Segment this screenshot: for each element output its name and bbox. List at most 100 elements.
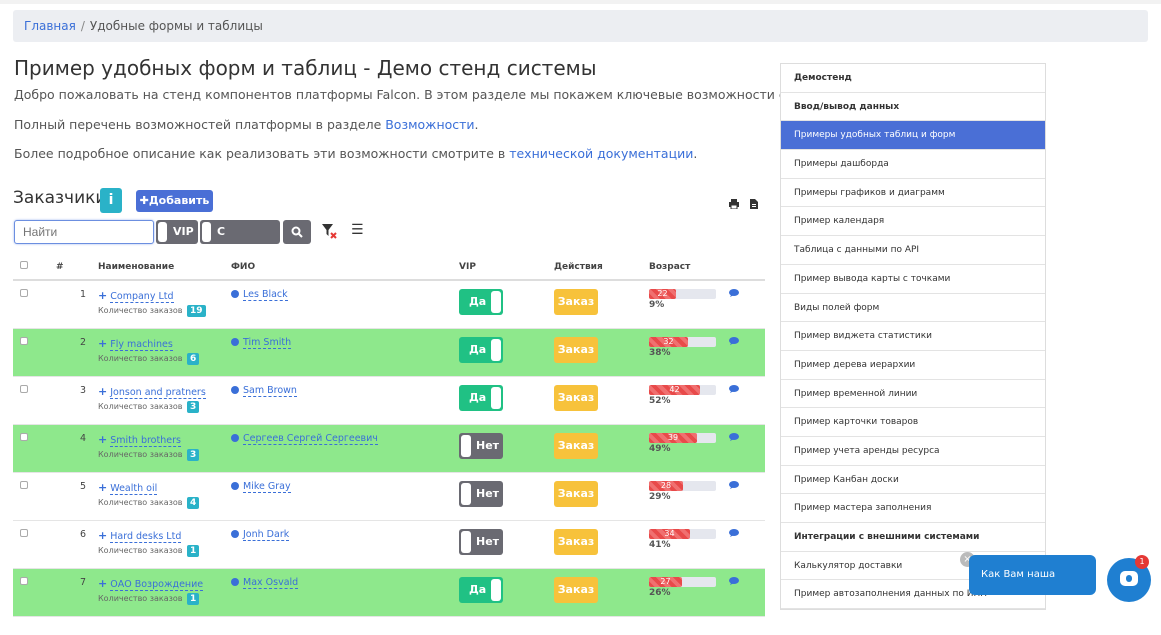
name-cell: + Company Ltd Количество заказов 19	[98, 280, 231, 329]
row-checkbox[interactable]	[20, 480, 28, 489]
orders-filter-toggle[interactable]: С заказами	[200, 220, 280, 262]
table-row[interactable]: 2 + Fly machines Количество заказов 6 Tim S…	[13, 328, 765, 377]
expand-plus-icon[interactable]: +	[98, 289, 107, 302]
person-link[interactable]: Les Black	[243, 289, 288, 301]
company-link[interactable]: Company Ltd	[110, 291, 174, 303]
table-row[interactable]: 7 + ОАО Возрождение Количество заказов 1 Ma…	[13, 568, 765, 617]
print-icon[interactable]	[729, 199, 739, 210]
table-row[interactable]: 4 + Smith brothers Количество заказов 3 Сер…	[13, 424, 765, 473]
expand-plus-icon[interactable]: +	[98, 385, 107, 398]
fio-cell: Max Osvald	[231, 568, 459, 617]
age-percent: 49%	[649, 443, 671, 454]
order-button[interactable]: Заказ	[554, 336, 598, 363]
expand-plus-icon[interactable]: +	[98, 337, 107, 350]
row-checkbox[interactable]	[20, 528, 28, 537]
sidebar-item[interactable]: Пример мастера заполнения	[781, 494, 1045, 523]
comment-icon[interactable]	[729, 528, 739, 540]
col-fio[interactable]: ФИО	[231, 254, 459, 281]
search-input[interactable]	[14, 220, 154, 244]
docs-link[interactable]: технической документации	[509, 146, 693, 161]
expand-plus-icon[interactable]: +	[98, 433, 107, 446]
person-link[interactable]: Sam Brown	[243, 384, 297, 397]
vip-toggle[interactable]: Да	[459, 289, 503, 315]
person-link[interactable]: Jonh Dark	[243, 528, 290, 541]
person-link[interactable]: Max Osvald	[243, 576, 299, 589]
comment-icon[interactable]	[729, 336, 739, 348]
top-strip	[0, 0, 1161, 4]
comment-icon[interactable]	[729, 576, 739, 588]
sidebar-item[interactable]: Примеры графиков и диаграмм	[781, 178, 1045, 208]
select-all-cell	[13, 254, 49, 281]
sidebar-item[interactable]: Примеры дашборда	[781, 150, 1045, 179]
col-age[interactable]: Возраст	[649, 254, 729, 281]
order-button[interactable]: Заказ	[554, 289, 598, 315]
sidebar-item[interactable]: Пример Канбан доски	[781, 465, 1045, 495]
search-button[interactable]	[283, 220, 311, 244]
company-link[interactable]: Jonson and pratners	[110, 386, 206, 399]
sidebar-item[interactable]: Пример карточки товаров	[781, 408, 1045, 437]
order-button[interactable]: Заказ	[554, 576, 598, 603]
expand-plus-icon[interactable]: +	[98, 529, 107, 542]
vip-cell: Нет	[459, 472, 554, 521]
age-value: 32	[663, 336, 674, 346]
vip-filter-toggle[interactable]: VIP	[156, 220, 198, 244]
features-link[interactable]: Возможности	[385, 117, 474, 132]
vip-toggle[interactable]: Да	[459, 576, 503, 603]
fio-cell: Sam Brown	[231, 376, 459, 425]
vip-toggle[interactable]: Нет	[459, 480, 503, 507]
export-file-icon[interactable]	[750, 199, 760, 209]
company-link[interactable]: Fly machines	[110, 338, 173, 351]
chat-prompt[interactable]: Как Вам наша система?	[969, 555, 1096, 620]
comment-icon[interactable]	[729, 384, 739, 396]
vip-filter-label: VIP	[173, 225, 194, 238]
row-checkbox[interactable]	[20, 432, 28, 441]
sidebar-item[interactable]: Пример календаря	[781, 207, 1045, 237]
vip-toggle[interactable]: Да	[459, 384, 503, 411]
vip-toggle[interactable]: Нет	[459, 528, 503, 555]
vip-toggle[interactable]: Нет	[459, 432, 503, 459]
sidebar-item[interactable]: Примеры удобных таблиц и форм	[781, 121, 1045, 151]
order-button[interactable]: Заказ	[554, 432, 598, 459]
row-checkbox[interactable]	[20, 384, 28, 393]
company-link[interactable]: ОАО Возрождение	[110, 578, 204, 591]
comment-icon[interactable]	[729, 289, 739, 300]
select-all-checkbox[interactable]	[20, 261, 28, 269]
row-number: 4	[49, 424, 98, 473]
vip-toggle[interactable]: Да	[459, 336, 503, 363]
sidebar-item[interactable]: Пример дерева иерархии	[781, 350, 1045, 380]
breadcrumb-home-link[interactable]: Главная	[24, 19, 76, 33]
table-row[interactable]: 6 + Hard desks Ltd Количество заказов 1 Jon…	[13, 520, 765, 569]
add-button[interactable]: ✚Добавить	[136, 190, 213, 212]
clear-filter-icon[interactable]	[321, 223, 337, 243]
sidebar-item[interactable]: Пример виджета статистики	[781, 322, 1045, 351]
row-checkbox[interactable]	[20, 289, 28, 297]
row-checkbox[interactable]	[20, 576, 28, 585]
company-link[interactable]: Wealth oil	[110, 482, 158, 495]
person-link[interactable]: Сергеев Сергей Сергеевич	[243, 432, 378, 445]
table-row[interactable]: 3 + Jonson and pratners Количество заказов…	[13, 376, 765, 425]
sidebar-item[interactable]: Пример учета аренды ресурса	[781, 436, 1045, 466]
order-button[interactable]: Заказ	[554, 384, 598, 411]
sidebar-item[interactable]: Пример вывода карты с точками	[781, 264, 1045, 294]
order-button[interactable]: Заказ	[554, 480, 598, 507]
col-name[interactable]: Наименование	[98, 254, 231, 281]
expand-plus-icon[interactable]: +	[98, 577, 107, 590]
order-button[interactable]: Заказ	[554, 528, 598, 555]
company-link[interactable]: Smith brothers	[110, 434, 181, 447]
comment-icon[interactable]	[729, 432, 739, 444]
table-row[interactable]: 1 + Company Ltd Количество заказов 19 Les B…	[13, 280, 765, 329]
comment-icon[interactable]	[729, 480, 739, 492]
sidebar-item[interactable]: Виды полей форм	[781, 293, 1045, 323]
sidebar-item[interactable]: Пример временной линии	[781, 379, 1045, 409]
table-row[interactable]: 5 + Wealth oil Количество заказов 4 Mike Gr…	[13, 472, 765, 521]
info-button[interactable]: i	[100, 188, 122, 213]
col-vip[interactable]: VIP	[459, 254, 554, 281]
expand-plus-icon[interactable]: +	[98, 481, 107, 494]
person-link[interactable]: Mike Gray	[243, 480, 291, 493]
sidebar-item[interactable]: Таблица с данными по API	[781, 236, 1045, 265]
person-link[interactable]: Tim Smith	[243, 336, 292, 349]
row-checkbox[interactable]	[20, 336, 28, 345]
column-menu-icon[interactable]: ☰	[351, 222, 364, 238]
vip-value: Нет	[476, 438, 500, 452]
company-link[interactable]: Hard desks Ltd	[110, 530, 182, 543]
